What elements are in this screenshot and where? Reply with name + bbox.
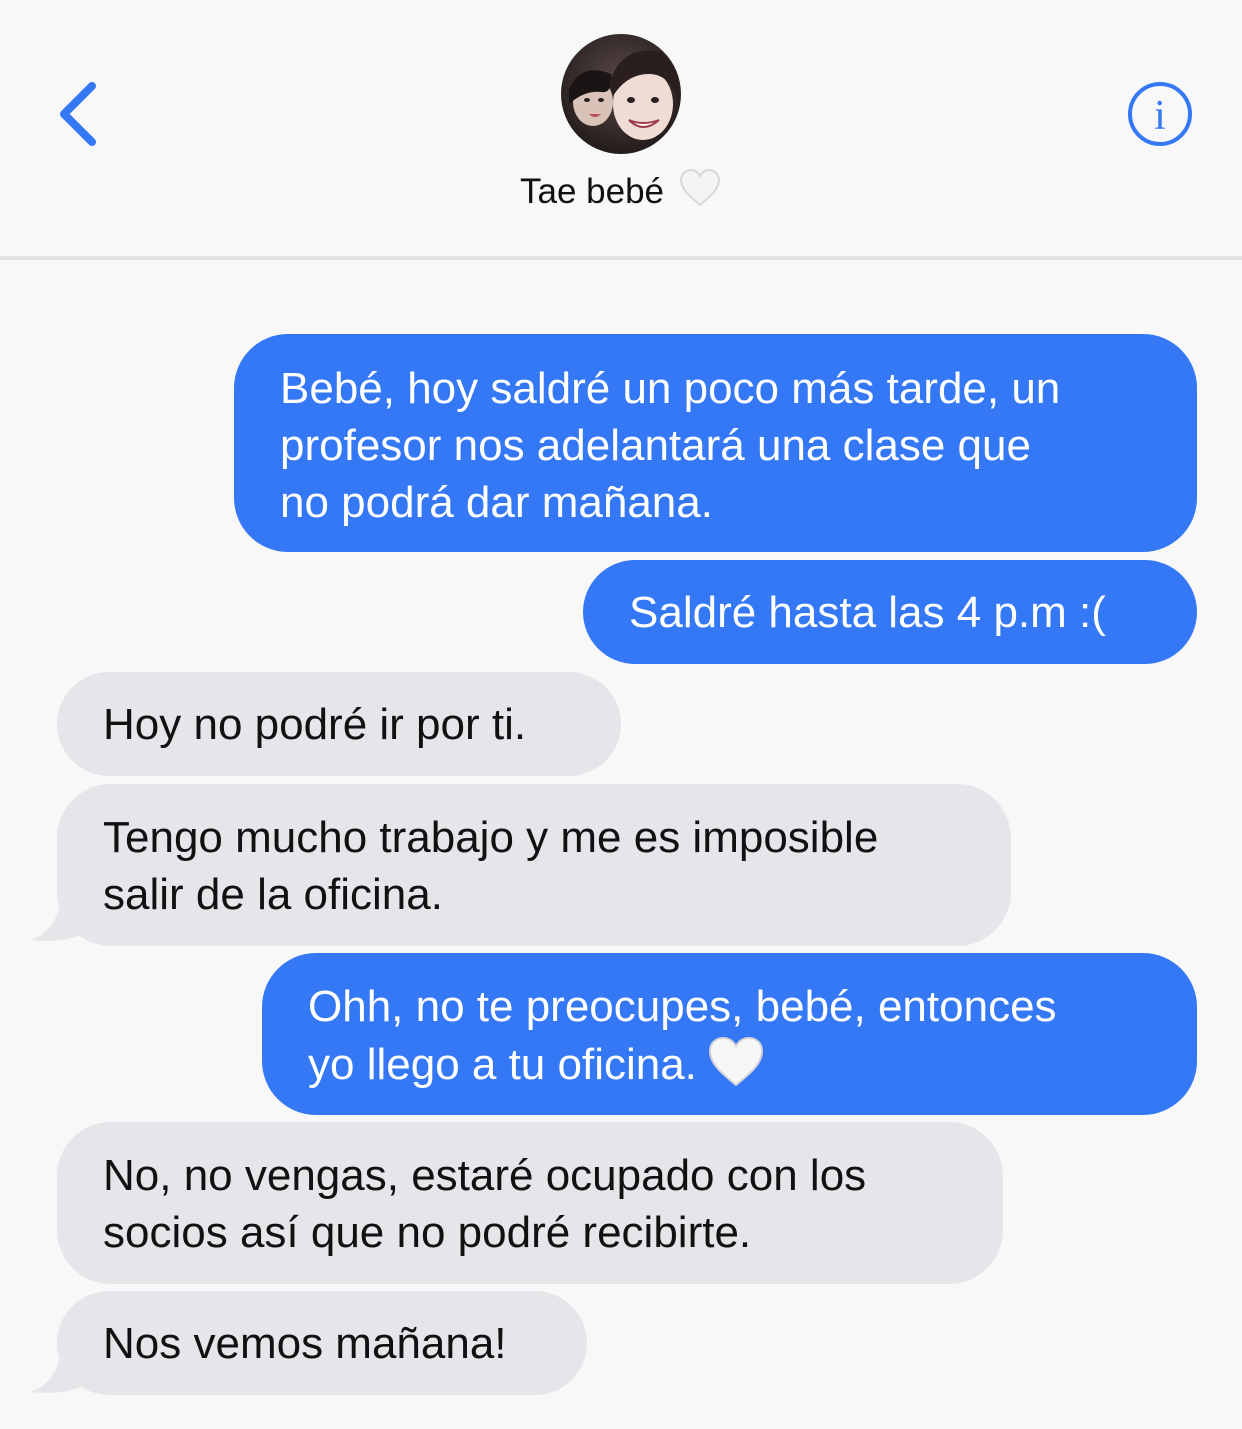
message-text-line: socios así que no podré recibirte. <box>103 1208 752 1257</box>
contact-name-label: Tae bebé <box>519 172 665 211</box>
message-text-line: salir de la oficina. <box>103 870 443 919</box>
message-text-line-with-emoji: yo llego a tu oficina. <box>308 1035 1197 1103</box>
received-message-bubble[interactable]: No, no vengas, estaré ocupado con los so… <box>57 1122 1003 1284</box>
contact-avatar[interactable] <box>561 34 681 154</box>
info-button[interactable]: i <box>1127 81 1193 147</box>
message-text-line: Saldré hasta las 4 p.m :( <box>629 588 1106 637</box>
received-message-bubble[interactable]: Hoy no podré ir por ti. <box>57 672 621 776</box>
sent-message-bubble[interactable]: Ohh, no te preocupes, bebé, entonces yo … <box>262 953 1197 1115</box>
message-text-line: no podrá dar mañana. <box>280 478 713 527</box>
message-text-line: Hoy no podré ir por ti. <box>103 700 527 749</box>
white-heart-icon <box>707 1035 765 1103</box>
message-text-line: Ohh, no te preocupes, bebé, entonces <box>308 982 1057 1031</box>
message-text-line: Tengo mucho trabajo y me es imposible <box>103 813 879 862</box>
chevron-left-icon <box>60 82 96 146</box>
message-text-line: profesor nos adelantará una clase que <box>280 421 1031 470</box>
contact-name[interactable]: Tae bebé <box>421 164 821 220</box>
message-text-line: Nos vemos mañana! <box>103 1319 507 1368</box>
conversation-header: Tae bebé i <box>0 0 1242 260</box>
message-text-line: yo llego a tu oficina. <box>308 1040 697 1089</box>
received-message-bubble[interactable]: Nos vemos mañana! <box>57 1291 587 1395</box>
svg-text:i: i <box>1154 93 1166 139</box>
message-text-line: Bebé, hoy saldré un poco más tarde, un <box>280 364 1061 413</box>
received-message-bubble[interactable]: Tengo mucho trabajo y me es imposible sa… <box>57 784 1011 946</box>
info-icon: i <box>1128 82 1192 146</box>
white-heart-icon <box>678 167 722 218</box>
sent-message-bubble[interactable]: Saldré hasta las 4 p.m :( <box>583 560 1197 664</box>
sent-message-bubble[interactable]: Bebé, hoy saldré un poco más tarde, un p… <box>234 334 1197 552</box>
message-text-line: No, no vengas, estaré ocupado con los <box>103 1151 867 1200</box>
back-button[interactable] <box>52 76 112 152</box>
